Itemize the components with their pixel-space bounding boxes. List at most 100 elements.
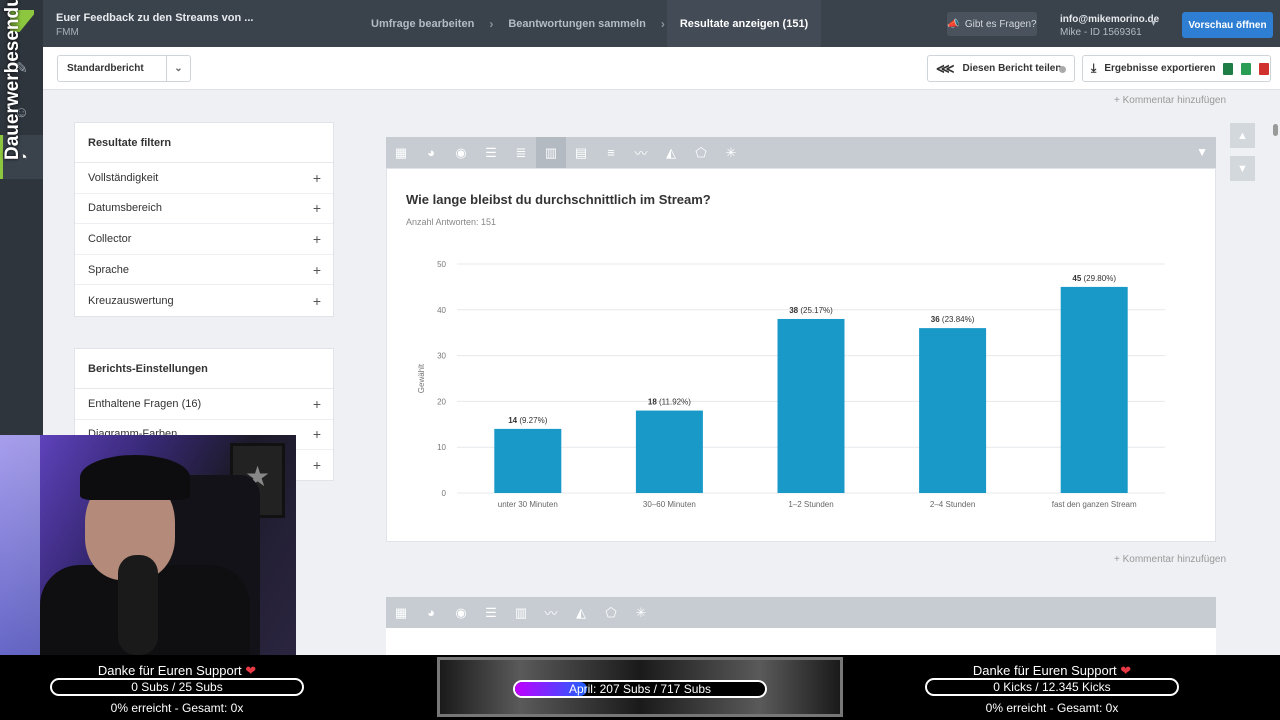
add-comment-link[interactable]: + Kommentar hinzufügen <box>1114 95 1226 106</box>
line-chart-icon[interactable]: 〰 <box>536 597 566 628</box>
vertical-bar-icon[interactable]: ▥ <box>536 137 566 168</box>
y-tick-label: 0 <box>442 489 447 498</box>
move-down-icon[interactable]: ▼ <box>1230 156 1255 181</box>
filter-completeness[interactable]: Vollständigkeit + <box>75 163 333 194</box>
filter-label: Collector <box>88 232 132 245</box>
monthly-goal-text: April: 207 Subs / 717 Subs <box>568 682 712 696</box>
spreadsheet-icon[interactable] <box>1241 62 1252 75</box>
share-report-button[interactable]: ⋘ Diesen Bericht teilen <box>927 55 1075 82</box>
chart-type-toolbar: ▦ ◕ ◉ ☰ ≣ ▥ ▤ ≡ 〰 ◭ ⬠ ✳ ▼ <box>386 137 1216 168</box>
x-tick-label: 30–60 Minuten <box>643 500 696 509</box>
pdf-icon[interactable] <box>1259 62 1270 75</box>
y-tick-label: 20 <box>437 397 446 406</box>
table-icon[interactable]: ▦ <box>386 137 416 168</box>
step-nav: Umfrage bearbeiten › Beantwortungen samm… <box>358 0 822 47</box>
plus-icon: + <box>312 292 321 309</box>
chart-bar <box>494 428 562 493</box>
filter-icon[interactable]: ▼ <box>1196 145 1208 159</box>
help-label: Gibt es Fragen? <box>964 18 1037 30</box>
filter-label: Vollständigkeit <box>88 171 159 184</box>
stacked-vertical-bar-icon[interactable]: ▤ <box>566 137 596 168</box>
add-comment-link[interactable]: + Kommentar hinzufügen <box>1114 554 1226 565</box>
donut-chart-icon[interactable]: ◉ <box>446 597 476 628</box>
report-select-value: Standardbericht <box>67 63 144 74</box>
table-icon[interactable]: ▦ <box>386 597 416 628</box>
x-tick-label: 2–4 Stunden <box>930 500 975 509</box>
share-icon: ⋘ <box>936 60 955 76</box>
area-chart-icon[interactable]: ◭ <box>566 597 596 628</box>
share-label: Diesen Bericht teilen <box>962 63 1062 74</box>
stream-goal-overlay: Danke für Euren Support ❤ 0 Subs / 25 Su… <box>0 655 1280 720</box>
x-tick-label: unter 30 Minuten <box>498 500 558 509</box>
y-tick-label: 30 <box>437 352 446 361</box>
webcam-feed: ★ <box>0 435 296 655</box>
filter-label: Kreuzauswertung <box>88 294 174 307</box>
plus-icon: + <box>312 200 321 217</box>
pie-chart-icon[interactable]: ◕ <box>416 137 446 168</box>
y-tick-label: 50 <box>437 260 446 269</box>
y-axis-label: Gewählt <box>417 363 426 393</box>
bar-percent: (29.80%) <box>1081 274 1116 283</box>
pie-chart-icon[interactable]: ◕ <box>416 597 446 628</box>
plus-icon: + <box>312 395 321 412</box>
filter-date-range[interactable]: Datumsbereich + <box>75 194 333 225</box>
user-email[interactable]: info@mikemorino.de <box>1060 14 1159 25</box>
heart-icon: ❤ <box>1120 663 1132 678</box>
plus-icon: + <box>312 426 321 443</box>
bar-percent: (11.92%) <box>657 398 691 407</box>
stacked-horizontal-bar-icon[interactable]: ≣ <box>506 137 536 168</box>
excel-icon[interactable] <box>1223 62 1234 75</box>
radar-chart-icon[interactable]: ⬠ <box>596 597 626 628</box>
plus-icon: + <box>312 457 321 474</box>
chart-bar <box>1060 286 1128 493</box>
bar-percent: (23.84%) <box>940 315 975 324</box>
megaphone-icon: 📣 <box>947 18 960 30</box>
report-select[interactable]: Standardbericht ⌄ <box>57 55 191 82</box>
step-show-results[interactable]: Resultate anzeigen (151) <box>666 0 822 47</box>
horizontal-bar-icon[interactable]: ☰ <box>476 137 506 168</box>
plus-icon: + <box>312 261 321 278</box>
area-chart-icon[interactable]: ◭ <box>656 137 686 168</box>
user-id: Mike - ID 1569361 <box>1060 27 1142 38</box>
export-results-button[interactable]: ⤓ Ergebnisse exportieren <box>1082 55 1271 82</box>
question-card: Wie lange bleibst du durchschnittlich im… <box>386 168 1216 542</box>
scatter-icon[interactable]: ✳ <box>716 137 746 168</box>
scrollbar-thumb[interactable] <box>1273 124 1278 136</box>
radar-chart-icon[interactable]: ⬠ <box>686 137 716 168</box>
chart-bar <box>777 318 845 493</box>
page-scrollbar[interactable] <box>1272 90 1280 720</box>
preview-button[interactable]: Vorschau öffnen <box>1182 12 1273 38</box>
horizontal-bar-icon[interactable]: ☰ <box>476 597 506 628</box>
kicks-goal-reached: 0% erreicht - Gesamt: 0x <box>985 701 1119 715</box>
line-chart-icon[interactable]: 〰 <box>626 137 656 168</box>
webcam-window-light <box>0 435 40 655</box>
centered-bar-icon[interactable]: ≡ <box>596 137 626 168</box>
chevron-down-icon[interactable]: ▾ <box>1151 18 1156 29</box>
scatter-icon[interactable]: ✳ <box>626 597 656 628</box>
filter-label: Datumsbereich <box>88 202 162 215</box>
left-thanks-text: Danke für Euren Support ❤ <box>50 663 304 679</box>
survey-title[interactable]: Euer Feedback zu den Streams von ... <box>56 12 253 24</box>
left-thanks-label: Danke für Euren Support <box>97 663 242 678</box>
chart-type-toolbar-2: ▦ ◕ ◉ ☰ ▥ 〰 ◭ ⬠ ✳ <box>386 597 1216 628</box>
donut-chart-icon[interactable]: ◉ <box>446 137 476 168</box>
vertical-bar-icon[interactable]: ▥ <box>506 597 536 628</box>
chevron-right-icon: › <box>489 16 494 31</box>
chart-bar <box>919 328 987 493</box>
y-tick-label: 40 <box>437 306 446 315</box>
monthly-goal-box: April: 207 Subs / 717 Subs <box>437 657 843 717</box>
download-icon: ⤓ <box>1091 61 1097 75</box>
step-collect-responses[interactable]: Beantwortungen sammeln <box>495 0 659 47</box>
y-tick-label: 10 <box>437 443 446 452</box>
step-edit-survey[interactable]: Umfrage bearbeiten <box>358 0 487 47</box>
heart-icon: ❤ <box>245 663 257 678</box>
chart-bar <box>635 410 703 493</box>
filter-crosstab[interactable]: Kreuzauswertung + <box>75 285 333 316</box>
bar-percent: (9.27%) <box>517 416 548 425</box>
filter-collector[interactable]: Collector + <box>75 224 333 255</box>
help-button[interactable]: 📣 Gibt es Fragen? <box>947 12 1037 36</box>
filter-language[interactable]: Sprache + <box>75 255 333 286</box>
move-up-icon[interactable]: ▲ <box>1230 123 1255 148</box>
x-tick-label: fast den ganzen Stream <box>1052 500 1137 509</box>
settings-included-questions[interactable]: Enthaltene Fragen (16) + <box>75 389 333 420</box>
